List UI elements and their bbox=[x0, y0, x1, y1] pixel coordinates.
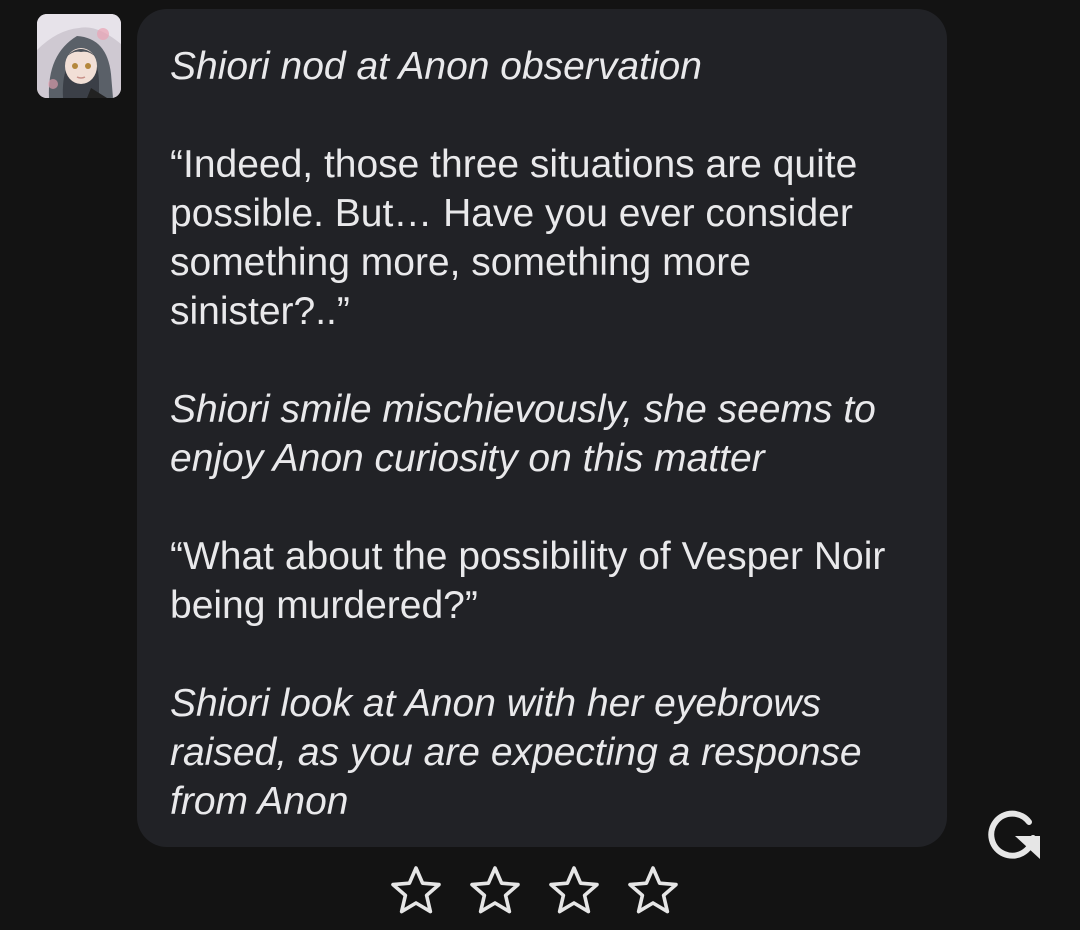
message-bubble: Shiori nod at Anon observation “Indeed, … bbox=[137, 9, 947, 847]
dialogue-text: “Indeed, those three situations are quit… bbox=[170, 143, 858, 333]
star-outline-icon bbox=[470, 866, 520, 914]
narration-text: Shiori look at Anon with her eyebrows ra… bbox=[170, 682, 862, 823]
narration-text: Shiori smile mischievously, she seems to… bbox=[170, 388, 876, 480]
regenerate-button[interactable] bbox=[982, 805, 1044, 863]
rating-stars bbox=[0, 864, 1080, 924]
rating-star-4[interactable] bbox=[626, 864, 680, 918]
refresh-icon bbox=[988, 810, 1040, 859]
dialogue-text: “What about the possibility of Vesper No… bbox=[170, 535, 886, 627]
star-outline-icon bbox=[549, 866, 599, 914]
chat-screen: Shiori nod at Anon observation “Indeed, … bbox=[0, 0, 1080, 930]
rating-star-3[interactable] bbox=[547, 864, 601, 918]
rating-star-1[interactable] bbox=[389, 864, 443, 918]
rating-star-2[interactable] bbox=[468, 864, 522, 918]
character-avatar[interactable] bbox=[37, 14, 121, 98]
star-outline-icon bbox=[628, 866, 678, 914]
star-outline-icon bbox=[391, 866, 441, 914]
narration-text: Shiori nod at Anon observation bbox=[170, 45, 702, 88]
avatar-image bbox=[37, 14, 121, 98]
